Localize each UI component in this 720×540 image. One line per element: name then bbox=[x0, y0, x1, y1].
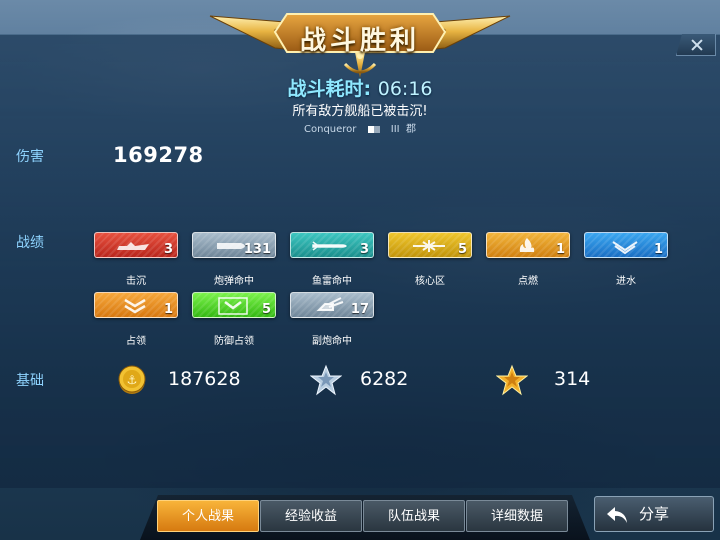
commander-xp-item: 314 bbox=[496, 364, 606, 396]
achievements-label: 战绩 bbox=[16, 235, 44, 251]
victory-title: 战斗胜利 bbox=[299, 26, 420, 56]
citadel-icon bbox=[413, 240, 445, 252]
damage-label: 伤害 bbox=[16, 149, 44, 165]
badge-label: 炮弹命中 bbox=[214, 276, 254, 287]
credits-value: 187628 bbox=[168, 368, 241, 390]
tab-detailed-data[interactable]: 详细数据 bbox=[466, 500, 568, 532]
credits-item: ⚓ 187628 bbox=[116, 364, 266, 396]
fire-icon bbox=[519, 238, 535, 252]
badge-capture[interactable]: 1 bbox=[94, 292, 178, 318]
ship-tier: III bbox=[390, 124, 400, 135]
svg-text:⚓: ⚓ bbox=[127, 373, 138, 387]
badge-citadel[interactable]: 5 bbox=[388, 232, 472, 258]
badge-count: 3 bbox=[163, 242, 173, 257]
badge-count: 5 bbox=[261, 302, 271, 317]
tab-personal-results[interactable]: 个人战果 bbox=[157, 500, 259, 532]
ship-info: Conqueror III 郡 bbox=[0, 120, 720, 135]
share-button[interactable]: 分享 bbox=[594, 496, 714, 532]
badge-label: 占领 bbox=[126, 336, 146, 347]
share-arrow-icon bbox=[607, 507, 627, 523]
badge-count: 3 bbox=[359, 242, 369, 257]
badge-count: 5 bbox=[457, 242, 467, 257]
badge-label: 点燃 bbox=[518, 276, 538, 287]
share-label: 分享 bbox=[639, 505, 670, 523]
badge-label: 核心区 bbox=[415, 276, 445, 287]
result-message: 所有敌方舰船已被击沉! bbox=[292, 104, 428, 119]
badge-count: 1 bbox=[163, 302, 173, 317]
damage-value: 169278 bbox=[113, 143, 204, 167]
capture-icon bbox=[124, 298, 146, 314]
xp-star-icon bbox=[310, 364, 342, 396]
badge-count: 17 bbox=[350, 302, 369, 317]
gold-star-icon bbox=[496, 364, 528, 396]
badge-count: 1 bbox=[555, 242, 565, 257]
badge-shell-hits[interactable]: 131 bbox=[192, 232, 276, 258]
badge-label: 鱼雷命中 bbox=[312, 276, 352, 287]
badge-torpedo-hits[interactable]: 3 bbox=[290, 232, 374, 258]
badge-defend[interactable]: 5 bbox=[192, 292, 276, 318]
experience-value: 6282 bbox=[360, 368, 409, 390]
badge-label: 副炮命中 bbox=[312, 336, 352, 347]
ship-name: Conqueror bbox=[304, 124, 357, 135]
coin-icon: ⚓ bbox=[118, 365, 146, 394]
close-button[interactable] bbox=[676, 34, 716, 56]
battle-duration-value: 06:16 bbox=[377, 78, 433, 100]
ship-class: 郡 bbox=[406, 124, 416, 135]
badge-fire[interactable]: 1 bbox=[486, 232, 570, 258]
badge-count: 131 bbox=[243, 242, 271, 257]
tab-xp-earnings[interactable]: 经验收益 bbox=[260, 500, 362, 532]
secondary-icon bbox=[316, 297, 344, 311]
badge-flooding[interactable]: 1 bbox=[584, 232, 668, 258]
battle-duration-label: 战斗耗时: bbox=[287, 78, 372, 100]
badge-count: 1 bbox=[653, 242, 663, 257]
tab-team-results[interactable]: 队伍战果 bbox=[363, 500, 465, 532]
flooding-icon bbox=[612, 241, 638, 255]
badge-sink[interactable]: 3 bbox=[94, 232, 178, 258]
sink-ship-icon bbox=[117, 242, 149, 250]
defend-icon bbox=[218, 297, 248, 315]
badge-label: 击沉 bbox=[126, 276, 146, 287]
nation-flag-icon bbox=[367, 125, 380, 133]
badge-label: 进水 bbox=[616, 276, 636, 287]
battle-duration: 战斗耗时: 06:16 bbox=[0, 74, 720, 101]
torpedo-icon bbox=[312, 241, 347, 251]
commander-xp-value: 314 bbox=[554, 368, 591, 390]
basics-label: 基础 bbox=[16, 373, 44, 389]
badge-secondary-hits[interactable]: 17 bbox=[290, 292, 374, 318]
badge-label: 防御占领 bbox=[214, 336, 254, 347]
experience-item: 6282 bbox=[310, 364, 440, 396]
